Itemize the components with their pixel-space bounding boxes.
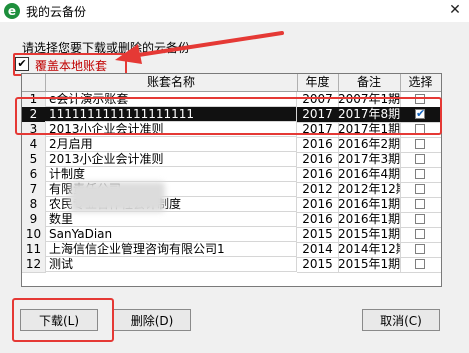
row-index: 9 (22, 212, 46, 228)
table-row[interactable]: 12 测试 2015 2015年1期 (22, 257, 441, 273)
row-name: 上海信信企业管理咨询有限公司1 (45, 242, 297, 257)
row-name: 2月启用 (45, 137, 297, 152)
row-select-cell (400, 152, 441, 168)
close-icon[interactable]: ✕ (447, 2, 463, 18)
row-select-checkbox[interactable] (415, 229, 425, 239)
row-year: 2016 (297, 152, 339, 168)
title-bar: e 我的云备份 ✕ (0, 0, 469, 22)
row-select-cell (400, 227, 441, 243)
table-row[interactable]: 5 2013小企业会计准则 2016 2017年3期 (22, 152, 441, 168)
cancel-button[interactable]: 取消(C) (362, 309, 440, 331)
row-select-cell (400, 182, 441, 198)
app-logo-icon: e (4, 3, 20, 19)
row-index: 7 (22, 182, 46, 198)
row-year: 2016 (297, 197, 339, 213)
redaction-blur (70, 182, 165, 212)
row-name: 数里 (45, 212, 297, 227)
row-note: 2016年4期 (338, 167, 401, 183)
annotation-arrow-icon (115, 31, 284, 64)
row-year: 2016 (297, 137, 339, 153)
row-year: 2016 (297, 212, 339, 228)
delete-button[interactable]: 删除(D) (113, 309, 191, 331)
row-index: 5 (22, 152, 46, 168)
row-select-checkbox[interactable] (415, 244, 425, 254)
row-index: 4 (22, 137, 46, 153)
row-select-checkbox[interactable] (415, 169, 425, 179)
table-row[interactable]: 6 计制度 2016 2016年4期 (22, 167, 441, 183)
table-row[interactable]: 9 数里 2016 2016年1期 (22, 212, 441, 228)
row-index: 11 (22, 242, 46, 258)
row-select-cell (400, 167, 441, 183)
header-year[interactable]: 年度 (297, 74, 339, 91)
row-year: 2012 (297, 182, 339, 198)
row-name: 测试 (45, 257, 297, 272)
row-select-checkbox[interactable] (415, 199, 425, 209)
row-select-checkbox[interactable] (415, 184, 425, 194)
row-select-checkbox[interactable] (415, 139, 425, 149)
row-year: 2015 (297, 227, 339, 243)
row-note: 2017年3期 (338, 152, 401, 168)
row-name: SanYaDian (45, 227, 297, 242)
table-header: 账套名称 年度 备注 选择 (22, 74, 441, 92)
header-name[interactable]: 账套名称 (45, 74, 298, 91)
row-index: 10 (22, 227, 46, 243)
row-year: 2015 (297, 257, 339, 273)
header-note[interactable]: 备注 (338, 74, 401, 91)
window-title: 我的云备份 (26, 5, 87, 19)
row-note: 2015年1期 (338, 227, 401, 243)
row-select-checkbox[interactable] (415, 259, 425, 269)
table-row[interactable]: 11 上海信信企业管理咨询有限公司1 2014 2014年12期 (22, 242, 441, 258)
row-select-cell (400, 212, 441, 228)
row-year: 2014 (297, 242, 339, 258)
row-select-checkbox[interactable] (415, 154, 425, 164)
row-note: 2012年12期 (338, 182, 401, 198)
row-note: 2016年1期 (338, 197, 401, 213)
row-note: 2016年1期 (338, 212, 401, 228)
row-select-cell (400, 197, 441, 213)
row-index: 12 (22, 257, 46, 273)
row-index: 6 (22, 167, 46, 183)
row-note: 2014年12期 (338, 242, 401, 258)
row-select-cell (400, 257, 441, 273)
header-select[interactable]: 选择 (400, 74, 441, 91)
row-name: 2013小企业会计准则 (45, 152, 297, 167)
table-row[interactable]: 10 SanYaDian 2015 2015年1期 (22, 227, 441, 243)
row-note: 2016年2期 (338, 137, 401, 153)
table-row[interactable]: 4 2月启用 2016 2016年2期 (22, 137, 441, 153)
row-index: 8 (22, 197, 46, 213)
row-select-cell (400, 137, 441, 153)
header-index (22, 74, 46, 91)
row-select-cell (400, 242, 441, 258)
annotation-box-selected-row (15, 97, 442, 135)
row-select-checkbox[interactable] (415, 214, 425, 224)
row-year: 2016 (297, 167, 339, 183)
annotation-box-download (12, 298, 114, 342)
row-name: 计制度 (45, 167, 297, 182)
row-note: 2015年1期 (338, 257, 401, 273)
